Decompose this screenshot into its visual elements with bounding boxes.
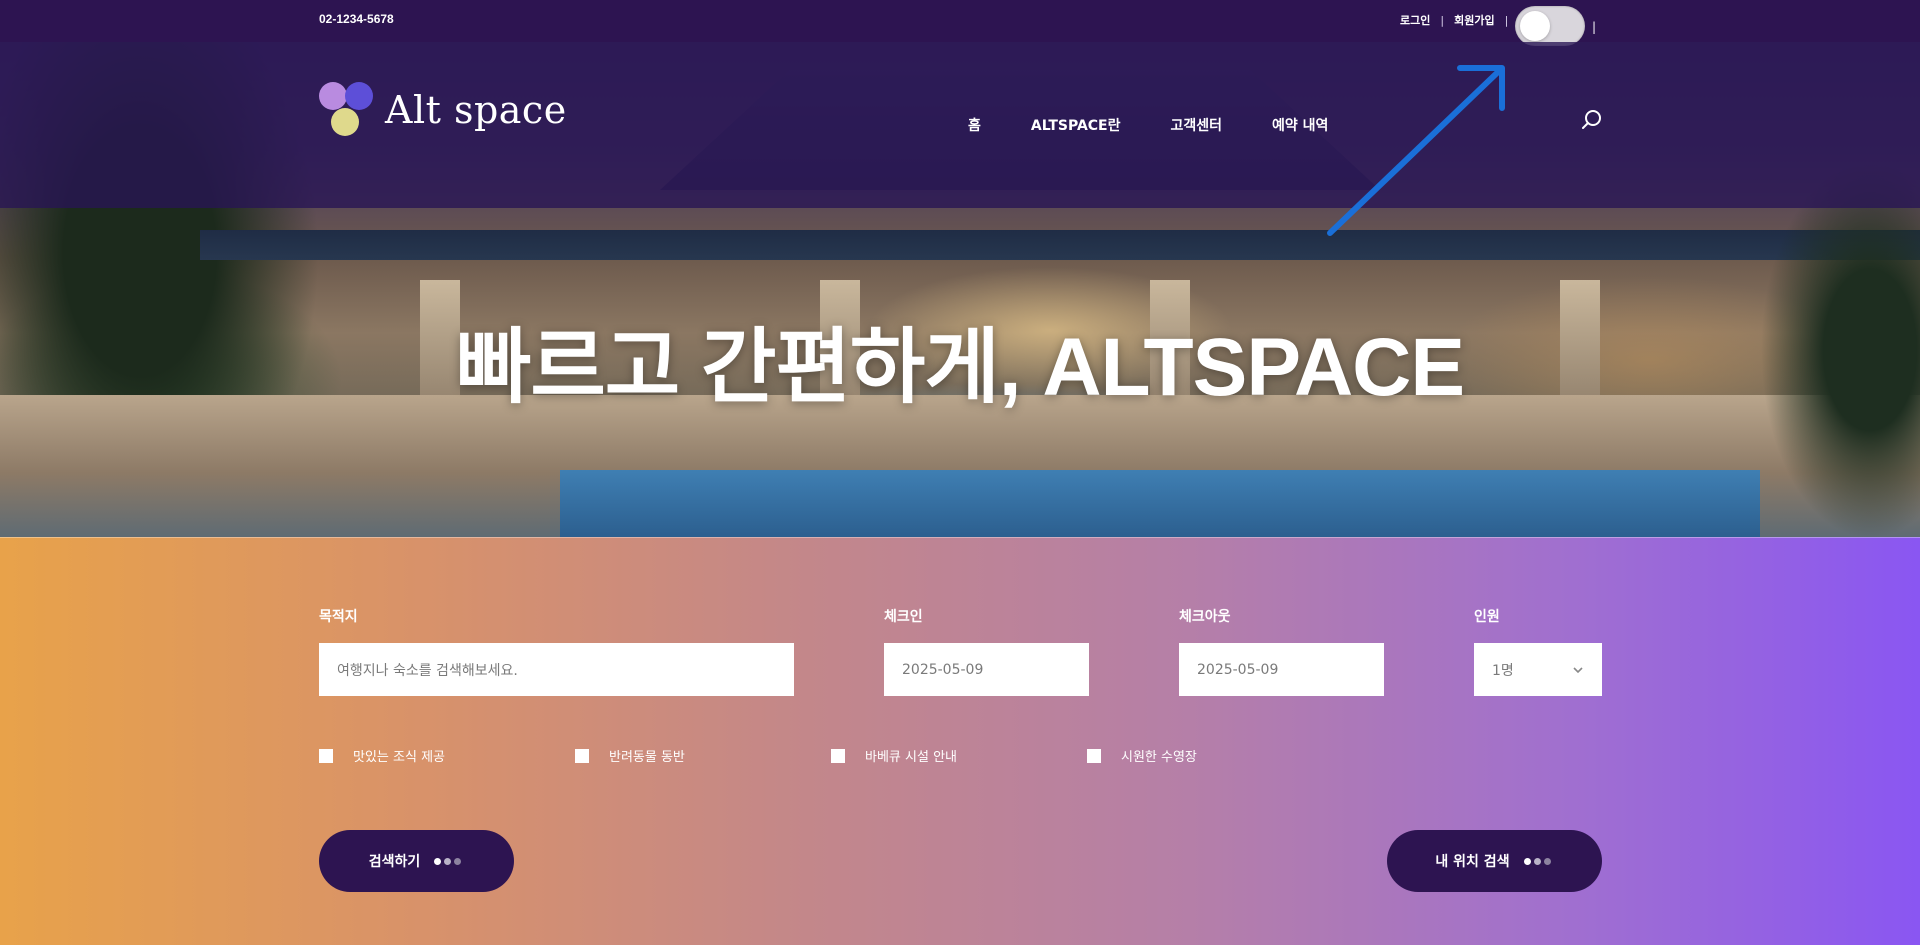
checkbox[interactable] <box>1087 748 1101 763</box>
checkin-date-input[interactable]: 2025-05-09 <box>884 643 1089 696</box>
search-button[interactable]: 검색하기 <box>319 830 514 892</box>
hero-eave <box>200 230 1920 260</box>
nav-about[interactable]: ALTSPACE란 <box>1031 115 1121 135</box>
hero-headline: 빠르고 간편하게, ALTSPACE <box>455 322 1465 413</box>
main-nav: 홈 ALTSPACE란 고객센터 예약 내역 <box>968 115 1378 135</box>
option-breakfast[interactable]: 맛있는 조식 제공 <box>319 746 575 765</box>
checkin-label: 체크인 <box>884 609 923 625</box>
option-pool[interactable]: 시원한 수영장 <box>1087 746 1343 765</box>
logo[interactable]: Alt space <box>319 82 567 138</box>
checkout-date-input[interactable]: 2025-05-09 <box>1179 643 1384 696</box>
theme-toggle[interactable] <box>1515 6 1585 46</box>
option-pets[interactable]: 반려동물 동반 <box>575 746 831 765</box>
nav-support[interactable]: 고객센터 <box>1171 115 1223 135</box>
login-link[interactable]: 로그인 <box>1400 12 1430 28</box>
logo-text: Alt space <box>385 88 567 132</box>
site-header: Alt space 홈 ALTSPACE란 고객센터 예약 내역 <box>0 42 1920 208</box>
destination-input[interactable]: 여행지나 숙소를 검색해보세요. <box>319 643 794 696</box>
checkout-label: 체크아웃 <box>1179 609 1231 625</box>
option-label: 맛있는 조식 제공 <box>353 750 445 765</box>
toggle-knob <box>1520 11 1550 41</box>
logo-mark-icon <box>319 82 375 138</box>
chevron-down-icon <box>1573 666 1583 673</box>
guests-value: 1명 <box>1492 662 1514 679</box>
checkbox[interactable] <box>575 748 589 763</box>
search-button-label: 검색하기 <box>368 854 421 870</box>
phone-number: 02-1234-5678 <box>319 12 394 26</box>
search-icon[interactable] <box>1580 108 1604 132</box>
annotation-arrow-icon <box>1327 65 1505 236</box>
option-label: 반려동물 동반 <box>609 750 685 765</box>
guests-select[interactable]: 1명 <box>1474 643 1602 696</box>
checkbox[interactable] <box>831 748 845 763</box>
dots-icon <box>434 857 464 865</box>
destination-label: 목적지 <box>319 609 358 625</box>
hero-pool <box>560 470 1760 537</box>
option-label: 시원한 수영장 <box>1121 750 1197 765</box>
separator: | <box>1592 20 1597 34</box>
option-checkboxes: 맛있는 조식 제공 반려동물 동반 바베큐 시설 안내 시원한 수영장 <box>319 746 1343 765</box>
dots-icon <box>1523 857 1554 865</box>
option-bbq[interactable]: 바베큐 시설 안내 <box>831 746 1087 765</box>
location-button-label: 내 위치 검색 <box>1435 854 1510 870</box>
search-panel: 목적지 여행지나 숙소를 검색해보세요. 체크인 2025-05-09 체크아웃… <box>0 537 1920 945</box>
checkbox[interactable] <box>319 748 333 763</box>
separator: | <box>1440 13 1445 27</box>
guests-label: 인원 <box>1474 609 1500 625</box>
top-bar: 02-1234-5678 로그인 | 회원가입 | | <box>0 0 1920 46</box>
utility-links: 로그인 | 회원가입 | <box>1400 12 1518 28</box>
option-label: 바베큐 시설 안내 <box>865 750 957 765</box>
signup-link[interactable]: 회원가입 <box>1454 12 1494 28</box>
separator: | <box>1504 13 1509 27</box>
nav-home[interactable]: 홈 <box>968 115 981 135</box>
location-search-button[interactable]: 내 위치 검색 <box>1387 830 1602 892</box>
